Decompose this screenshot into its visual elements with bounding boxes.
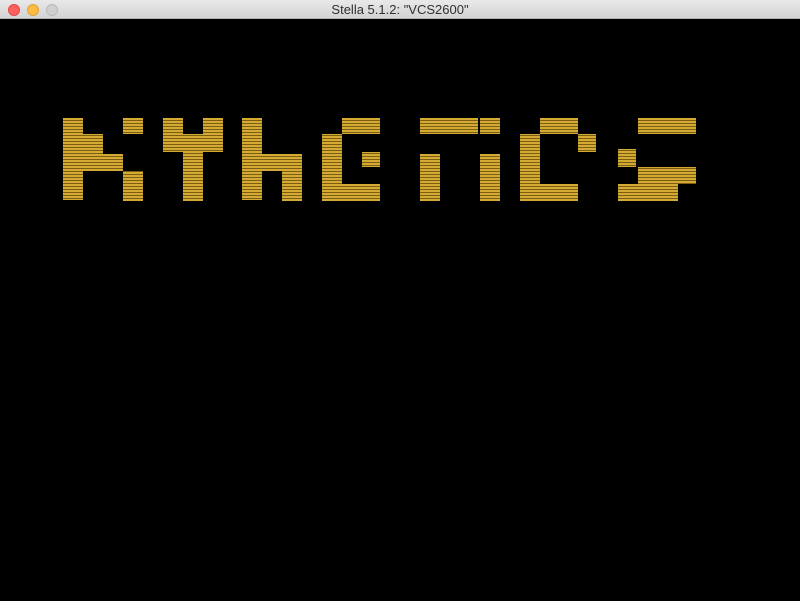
emulator-window: Stella 5.1.2: "VCS2600" KYNETICS	[0, 0, 800, 601]
logo-block	[83, 134, 103, 156]
window-title: Stella 5.1.2: "VCS2600"	[331, 2, 469, 17]
logo-block	[618, 184, 678, 201]
logo-block	[480, 118, 500, 134]
logo-block	[362, 152, 380, 167]
logo-block	[242, 118, 262, 200]
logo-block	[420, 118, 478, 134]
game-screen[interactable]: KYNETICS	[0, 19, 800, 601]
logo-block	[183, 134, 223, 152]
logo-block	[638, 167, 696, 184]
logo-block	[540, 184, 578, 201]
logo-block	[638, 118, 696, 134]
logo-block	[163, 118, 183, 152]
logo-block	[578, 134, 596, 152]
logo-block	[63, 118, 83, 200]
logo-block	[262, 154, 302, 171]
logo-block	[183, 152, 203, 201]
logo-block	[420, 154, 440, 201]
logo-block	[342, 118, 380, 134]
kynetics-logo	[63, 118, 696, 201]
window-titlebar[interactable]: Stella 5.1.2: "VCS2600"	[0, 0, 800, 19]
logo-block	[342, 184, 380, 201]
logo-block	[123, 171, 143, 201]
logo-block	[480, 154, 500, 201]
logo-block	[618, 149, 636, 167]
logo-block	[203, 118, 223, 134]
logo-block	[282, 171, 302, 201]
logo-block	[83, 154, 123, 171]
logo-block	[123, 118, 143, 134]
logo-block	[540, 118, 578, 134]
logo-block	[520, 134, 540, 201]
logo-block	[322, 134, 342, 201]
